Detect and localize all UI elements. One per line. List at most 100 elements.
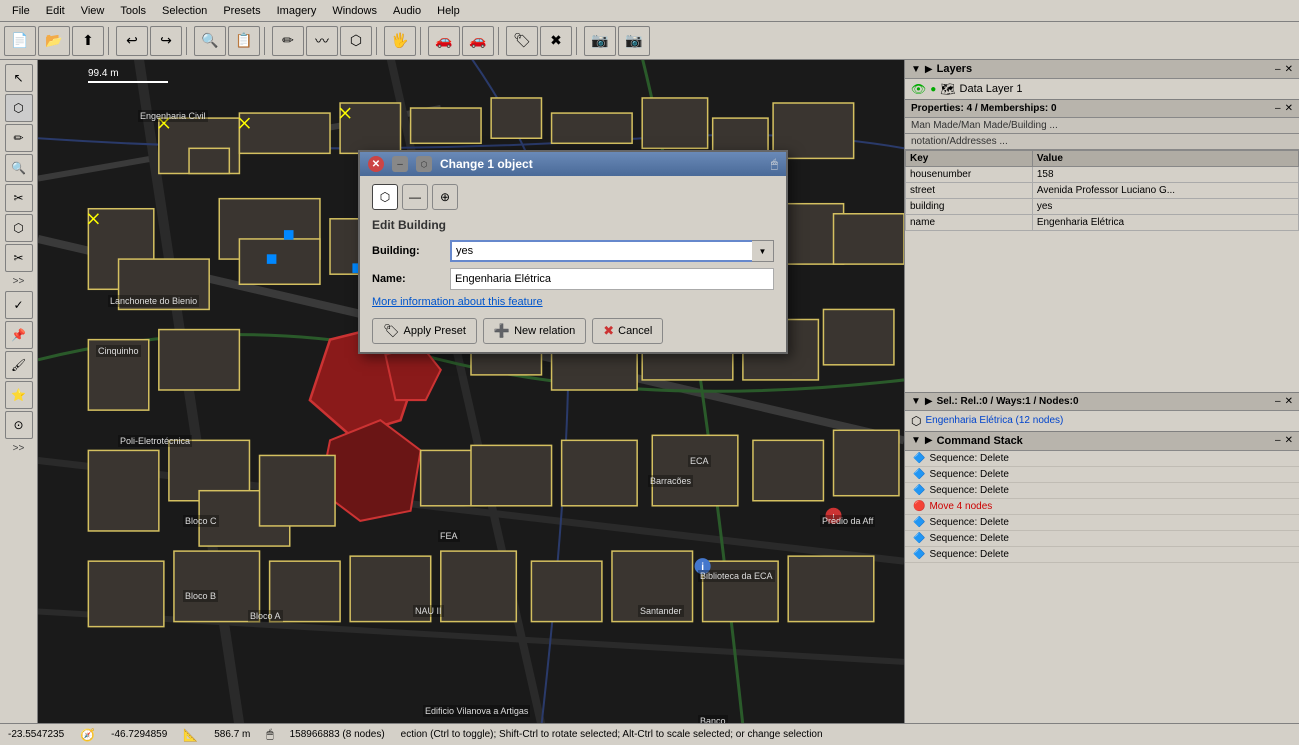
dialog-tab-1[interactable]: ⬡ [372,184,398,210]
pin-tool[interactable]: 📌 [5,321,33,349]
collapse-cmd-icon[interactable]: ▼ [911,435,921,446]
building-input[interactable]: yes [450,240,752,262]
props-subheader-2: notation/Addresses ... [905,134,1299,150]
props-row-1[interactable]: streetAvenida Professor Luciano G... [906,183,1299,199]
apply-preset-icon: 🏷 [383,323,400,339]
undo-button[interactable]: ↩ [116,26,148,56]
imagery-1[interactable]: 📷 [584,26,616,56]
menu-edit[interactable]: Edit [38,3,73,19]
selection-item-row: ⬡ Engenharia Elétrica (12 nodes) [905,411,1299,431]
props-value-1: Avenida Professor Luciano G... [1032,183,1298,199]
car-tool-1[interactable]: 🚗 [428,26,460,56]
menu-help[interactable]: Help [429,3,468,19]
draw-way[interactable]: 〰 [306,26,338,56]
props-row-3[interactable]: nameEngenharia Elétrica [906,215,1299,231]
node-tool[interactable]: ⬡ [5,94,33,122]
draw-area[interactable]: ⬡ [340,26,372,56]
toolbar-sep-6 [498,27,502,55]
zoom-lt[interactable]: 🔍 [5,154,33,182]
more-tools-2[interactable]: >> [11,441,27,456]
cmd-close-icon[interactable]: ✕ [1285,435,1293,446]
menu-presets[interactable]: Presets [215,3,268,19]
layer-eye-icon[interactable]: 👁 [911,82,926,96]
open-button[interactable]: 📂 [38,26,70,56]
more-info-link[interactable]: More information about this feature [372,296,774,308]
props-row-0[interactable]: housenumber158 [906,167,1299,183]
more-tools[interactable]: >> [11,274,27,289]
dialog-detach-button[interactable]: ⬡ [416,156,432,172]
apply-preset-button[interactable]: 🏷 Apply Preset [372,318,477,344]
layer-name[interactable]: Data Layer 1 [960,83,1023,95]
cmd-item-3[interactable]: 🔴Move 4 nodes [905,499,1299,515]
map-area[interactable]: i ! 99.4 m Engenharia Civil Lanchonete d… [38,60,904,723]
cmd-item-2[interactable]: 🔷Sequence: Delete [905,483,1299,499]
name-input[interactable]: Engenharia Elétrica [450,268,774,290]
props-row-2[interactable]: buildingyes [906,199,1299,215]
menu-selection[interactable]: Selection [154,3,215,19]
dialog-tab-2[interactable]: — [402,184,428,210]
sel-header-icons: – ✕ [1275,396,1293,407]
cut-lt[interactable]: ✂ [5,244,33,272]
props-key-1: street [906,183,1033,199]
cmd-item-6[interactable]: 🔷Sequence: Delete [905,547,1299,563]
selection-header: ▼ ▶ Sel.: Rel.:0 / Ways:1 / Nodes:0 – ✕ [905,393,1299,411]
dialog-tab-3[interactable]: ⊕ [432,184,458,210]
menu-audio[interactable]: Audio [385,3,429,19]
collapse-layers-icon[interactable]: ▼ [911,64,921,75]
cancel-button[interactable]: ✖ Cancel [592,318,663,344]
cmd-label-2: Sequence: Delete [929,485,1009,496]
circle-tool[interactable]: ⊙ [5,411,33,439]
delete-button[interactable]: ✖ [540,26,572,56]
menu-windows[interactable]: Windows [324,3,385,19]
toolbar-sep-5 [420,27,424,55]
upload-button[interactable]: ⬆ [72,26,104,56]
cmd-item-5[interactable]: 🔷Sequence: Delete [905,531,1299,547]
layer-row-1: 👁 ● 🗺 Data Layer 1 [905,79,1299,99]
paint-tool[interactable]: 🖌 [5,351,33,379]
dialog-minimize-button[interactable]: – [392,156,408,172]
layers-minimize-icon[interactable]: – [1275,64,1281,75]
redo-button[interactable]: ↪ [150,26,182,56]
menu-file[interactable]: File [4,3,38,19]
cmd-item-4[interactable]: 🔷Sequence: Delete [905,515,1299,531]
right-panel: ▼ ▶ Layers – ✕ 👁 ● 🗺 Data Layer 1 Proper… [904,60,1299,723]
menu-view[interactable]: View [73,3,113,19]
menu-tools[interactable]: Tools [112,3,154,19]
info-button[interactable]: 📋 [228,26,260,56]
new-button[interactable]: 📄 [4,26,36,56]
sel-close-icon[interactable]: ✕ [1285,396,1293,407]
properties-title: Properties: 4 / Memberships: 0 [911,103,1057,114]
command-list[interactable]: 🔷Sequence: Delete🔷Sequence: Delete🔷Seque… [905,451,1299,724]
sel-item-name[interactable]: Engenharia Elétrica (12 nodes) [925,415,1063,426]
imagery-2[interactable]: 📷 [618,26,650,56]
props-key-2: building [906,199,1033,215]
props-minimize-icon[interactable]: – [1275,103,1281,114]
building-dropdown-button[interactable]: ▼ [752,240,774,262]
props-close-icon[interactable]: ✕ [1285,103,1293,114]
change-dialog[interactable]: ✕ – ⬡ Change 1 object 🖱 ⬡ — ⊕ [358,150,788,354]
layers-section: ▼ ▶ Layers – ✕ 👁 ● 🗺 Data Layer 1 [905,60,1299,100]
new-relation-button[interactable]: ➕ New relation [483,318,586,344]
collapse-sel-icon[interactable]: ▼ [911,396,921,407]
star-tool[interactable]: ⭐ [5,381,33,409]
area-lt[interactable]: ⬡ [5,214,33,242]
move-tool[interactable]: 🖐 [384,26,416,56]
dialog-close-button[interactable]: ✕ [368,156,384,172]
sel-minimize-icon[interactable]: – [1275,396,1281,407]
status-lat: -23.5547235 [8,729,64,740]
menu-imagery[interactable]: Imagery [269,3,325,19]
car-tool-2[interactable]: 🚗 [462,26,494,56]
cmd-item-0[interactable]: 🔷Sequence: Delete [905,451,1299,467]
dialog-section-title: Edit Building [372,218,774,232]
draw-node[interactable]: ✏ [272,26,304,56]
edit-tool[interactable]: ✏ [5,124,33,152]
tag-button[interactable]: 🏷 [506,26,538,56]
check-tool[interactable]: ✓ [5,291,33,319]
select-tool[interactable]: ↖ [5,64,33,92]
zoom-button[interactable]: 🔍 [194,26,226,56]
cmd-item-1[interactable]: 🔷Sequence: Delete [905,467,1299,483]
delete-lt[interactable]: ✂ [5,184,33,212]
layers-close-icon[interactable]: ✕ [1285,64,1293,75]
cmd-minimize-icon[interactable]: – [1275,435,1281,446]
cmd-icon-1: 🔷 [913,469,925,480]
